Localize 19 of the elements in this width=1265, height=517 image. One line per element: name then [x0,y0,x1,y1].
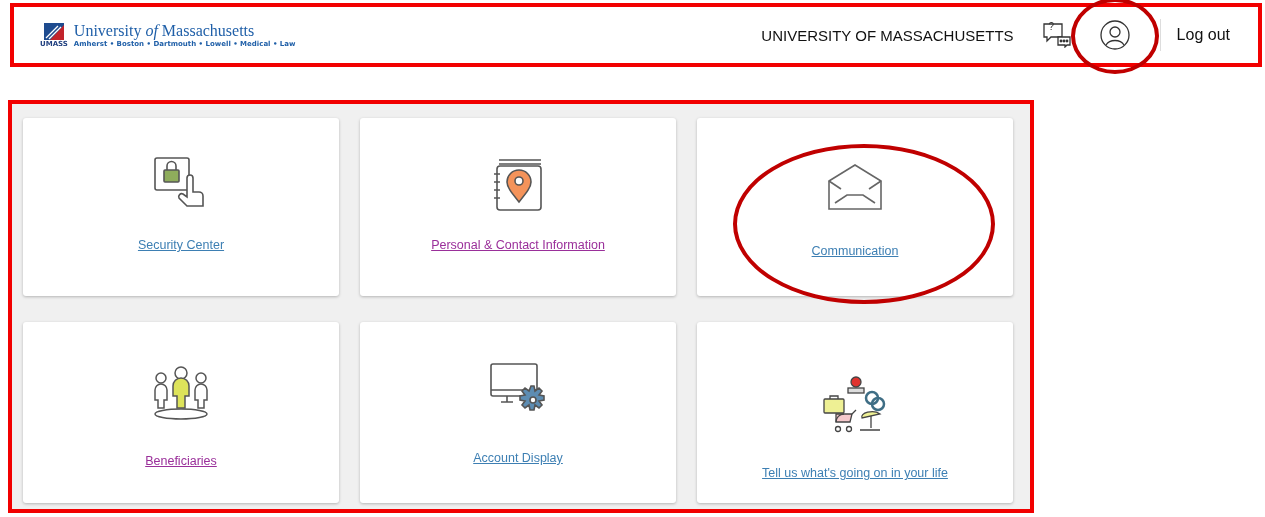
logo-mark-icon [43,22,64,40]
institution-name: UNIVERSITY OF MASSACHUSETTS [761,26,1014,44]
people-group-icon [153,366,209,422]
address-book-icon [493,156,543,212]
tile-card[interactable]: Tell us what's going on in your life [697,322,1013,503]
tile-link[interactable]: Communication [811,244,899,258]
tile-link[interactable]: Tell us what's going on in your life [762,466,948,480]
envelope-icon [827,163,883,211]
tile-card[interactable]: Beneficiaries [23,322,339,503]
tile-link[interactable]: Account Display [473,451,563,465]
logo-name: University of Massachusetts [73,22,255,40]
tile-card[interactable]: Personal & Contact Information [360,118,676,296]
tile-link[interactable]: Security Center [137,238,225,252]
logout-link[interactable]: Log out [1176,26,1230,44]
tile-card[interactable]: Account Display [360,322,676,503]
tile-link[interactable]: Personal & Contact Information [431,238,605,252]
tile-card[interactable]: Security Center [23,118,339,296]
tile-link[interactable]: Beneficiaries [145,454,217,468]
profile-button[interactable] [1099,20,1130,50]
